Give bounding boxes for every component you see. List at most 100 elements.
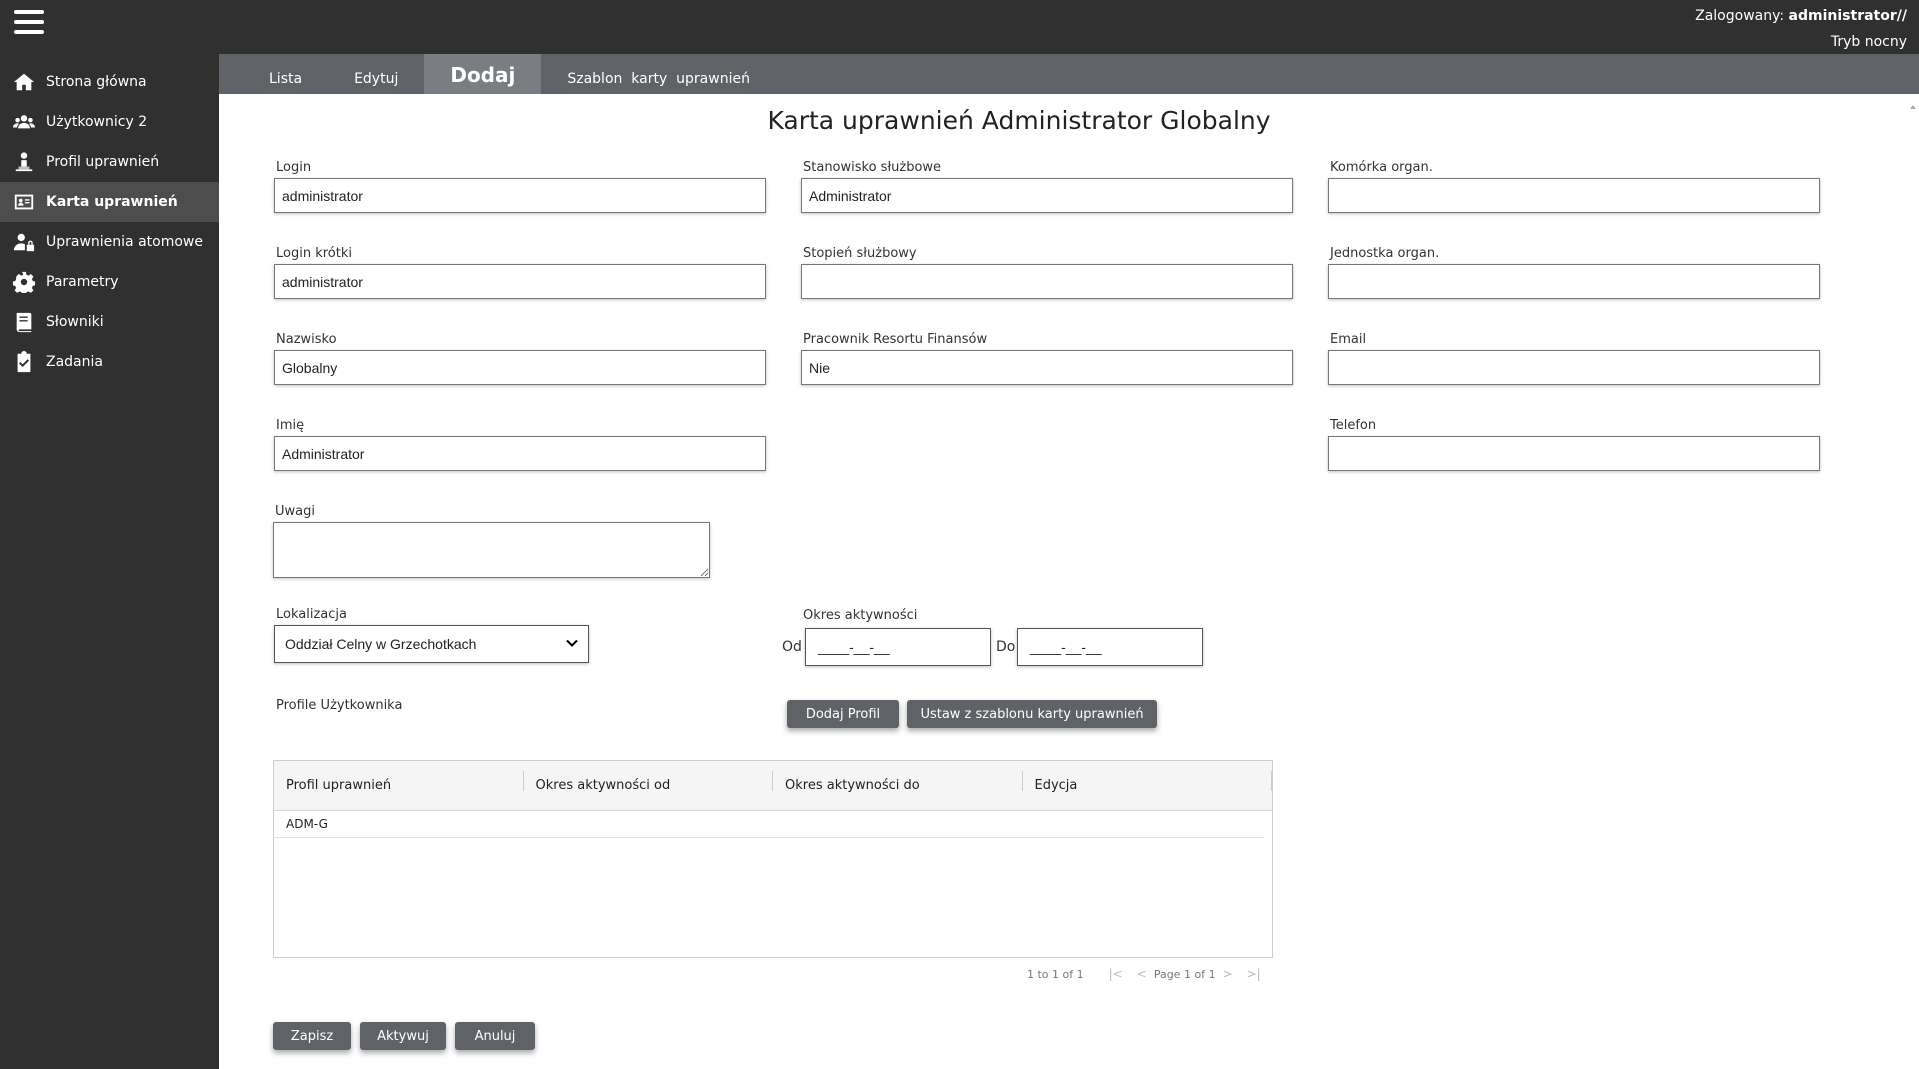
next-page-icon[interactable]: > (1223, 967, 1233, 981)
org-unit-label: Jednostka organ. (1330, 246, 1440, 261)
cancel-button[interactable]: Anuluj (455, 1022, 535, 1050)
email-input[interactable] (1328, 350, 1820, 385)
table-pager: 1 to 1 of 1 |< < Page 1 of 1 > >| (1027, 967, 1268, 981)
org-cell-input[interactable] (1328, 178, 1820, 213)
sidebar-item-label: Słowniki (46, 314, 104, 330)
sidebar: Strona główna Użytkownicy 2 Profil upraw… (0, 54, 219, 1069)
login-short-label: Login krótki (276, 246, 352, 261)
pager-summary: 1 to 1 of 1 (1027, 967, 1084, 981)
sidebar-item-atomic-permissions[interactable]: Uprawnienia atomowe (0, 222, 219, 262)
column-header-profile[interactable]: Profil uprawnień (274, 761, 524, 810)
sidebar-item-label: Profil uprawnień (46, 154, 160, 170)
sidebar-item-label: Parametry (46, 274, 119, 290)
clipboard-check-icon (12, 350, 36, 374)
sidebar-item-dictionaries[interactable]: Słowniki (0, 302, 219, 342)
phone-label: Telefon (1330, 418, 1377, 433)
sidebar-item-home[interactable]: Strona główna (0, 62, 219, 102)
id-card-icon (12, 190, 36, 214)
activity-to-input[interactable]: ____-__-__ (1017, 628, 1203, 666)
scroll-up-arrow-icon[interactable] (1909, 96, 1917, 109)
add-profile-button[interactable]: Dodaj Profil (787, 700, 899, 728)
surname-label: Nazwisko (276, 332, 337, 347)
tab-add[interactable]: Dodaj (424, 54, 542, 94)
mf-employee-label: Pracownik Resortu Finansów (803, 332, 988, 347)
save-button[interactable]: Zapisz (273, 1022, 351, 1050)
previous-page-icon[interactable]: < (1137, 967, 1147, 981)
org-unit-field-group: Jednostka organ. (1328, 246, 1820, 299)
hamburger-menu-icon[interactable] (14, 10, 44, 36)
night-mode-toggle[interactable]: Tryb nocny (1695, 29, 1907, 55)
main-content: Karta uprawnień Administrator Globalny L… (219, 94, 1909, 1069)
top-bar: Zalogowany: administrator// Tryb nocny (0, 0, 1919, 54)
location-label: Lokalizacja (276, 607, 347, 622)
rank-label: Stopień służbowy (803, 246, 917, 261)
mf-employee-input[interactable] (801, 350, 1293, 385)
activity-period-label: Okres aktywności (803, 608, 918, 623)
position-field-group: Stanowisko służbowe (801, 160, 1293, 213)
notes-field-group: Uwagi (273, 504, 710, 582)
email-label: Email (1330, 332, 1367, 347)
phone-field-group: Telefon (1328, 418, 1820, 471)
logged-label: Zalogowany: (1695, 8, 1785, 24)
column-header-edit[interactable]: Edycja (1023, 761, 1273, 810)
table-row[interactable]: ADM-G (274, 811, 1264, 838)
set-from-template-button[interactable]: Ustaw z szablonu karty uprawnień (907, 700, 1157, 728)
login-short-input[interactable] (274, 264, 766, 299)
column-header-active-from[interactable]: Okres aktywności od (524, 761, 774, 810)
location-select[interactable]: Oddział Celny w Grzechotkach (274, 625, 589, 663)
tab-edit[interactable]: Edytuj (328, 54, 424, 94)
mf-employee-field-group: Pracownik Resortu Finansów (801, 332, 1293, 385)
position-input[interactable] (801, 178, 1293, 213)
gear-icon (12, 270, 36, 294)
profiles-table: Profil uprawnień Okres aktywności od Okr… (273, 760, 1273, 958)
user-profile-icon (12, 150, 36, 174)
book-icon (12, 310, 36, 334)
sidebar-item-users[interactable]: Użytkownicy 2 (0, 102, 219, 142)
pager-of-label: of (1194, 967, 1206, 981)
user-info: Zalogowany: administrator// Tryb nocny (1695, 3, 1907, 55)
location-selected-value: Oddział Celny w Grzechotkach (285, 636, 477, 652)
sidebar-item-label: Użytkownicy 2 (46, 114, 148, 130)
sidebar-item-permission-profile[interactable]: Profil uprawnień (0, 142, 219, 182)
org-unit-input[interactable] (1328, 264, 1820, 299)
table-header: Profil uprawnień Okres aktywności od Okr… (274, 761, 1272, 811)
tab-permission-card-template[interactable]: Szablon karty uprawnień (541, 54, 776, 94)
activity-from-label: Od (782, 639, 802, 655)
phone-input[interactable] (1328, 436, 1820, 471)
rank-input[interactable] (801, 264, 1293, 299)
sidebar-item-label: Strona główna (46, 74, 147, 90)
name-input[interactable] (274, 436, 766, 471)
sidebar-item-label: Karta uprawnień (46, 194, 178, 210)
name-field-group: Imię (274, 418, 766, 471)
sidebar-item-label: Zadania (46, 354, 103, 370)
activity-to-label: Do (996, 639, 1016, 655)
page-title: Karta uprawnień Administrator Globalny (767, 106, 1271, 135)
user-profiles-label: Profile Użytkownika (276, 698, 403, 713)
notes-label: Uwagi (275, 504, 315, 519)
surname-input[interactable] (274, 350, 766, 385)
email-field-group: Email (1328, 332, 1820, 385)
name-label: Imię (276, 418, 305, 433)
location-field-group: Lokalizacja Oddział Celny w Grzechotkach (274, 607, 589, 663)
sidebar-item-permission-card[interactable]: Karta uprawnień (0, 182, 219, 222)
last-page-icon[interactable]: >| (1247, 967, 1261, 981)
pager-total-pages: 1 (1208, 967, 1216, 981)
rank-field-group: Stopień służbowy (801, 246, 1293, 299)
surname-field-group: Nazwisko (274, 332, 766, 385)
table-cell-profile: ADM-G (286, 817, 328, 831)
login-field-group: Login (274, 160, 766, 213)
tab-list[interactable]: Lista (243, 54, 328, 94)
column-header-active-to[interactable]: Okres aktywności do (773, 761, 1023, 810)
sidebar-item-tasks[interactable]: Zadania (0, 342, 219, 382)
activity-from-input[interactable]: ____-__-__ (805, 628, 991, 666)
org-cell-label: Komórka organ. (1330, 160, 1433, 175)
tab-bar: Lista Edytuj Dodaj Szablon karty uprawni… (219, 54, 1919, 94)
activate-button[interactable]: Aktywuj (360, 1022, 446, 1050)
first-page-icon[interactable]: |< (1109, 967, 1123, 981)
notes-textarea[interactable] (273, 522, 710, 578)
org-cell-field-group: Komórka organ. (1328, 160, 1820, 213)
sidebar-item-parameters[interactable]: Parametry (0, 262, 219, 302)
login-input[interactable] (274, 178, 766, 213)
chevron-down-icon (566, 636, 578, 652)
position-label: Stanowisko służbowe (803, 160, 942, 175)
